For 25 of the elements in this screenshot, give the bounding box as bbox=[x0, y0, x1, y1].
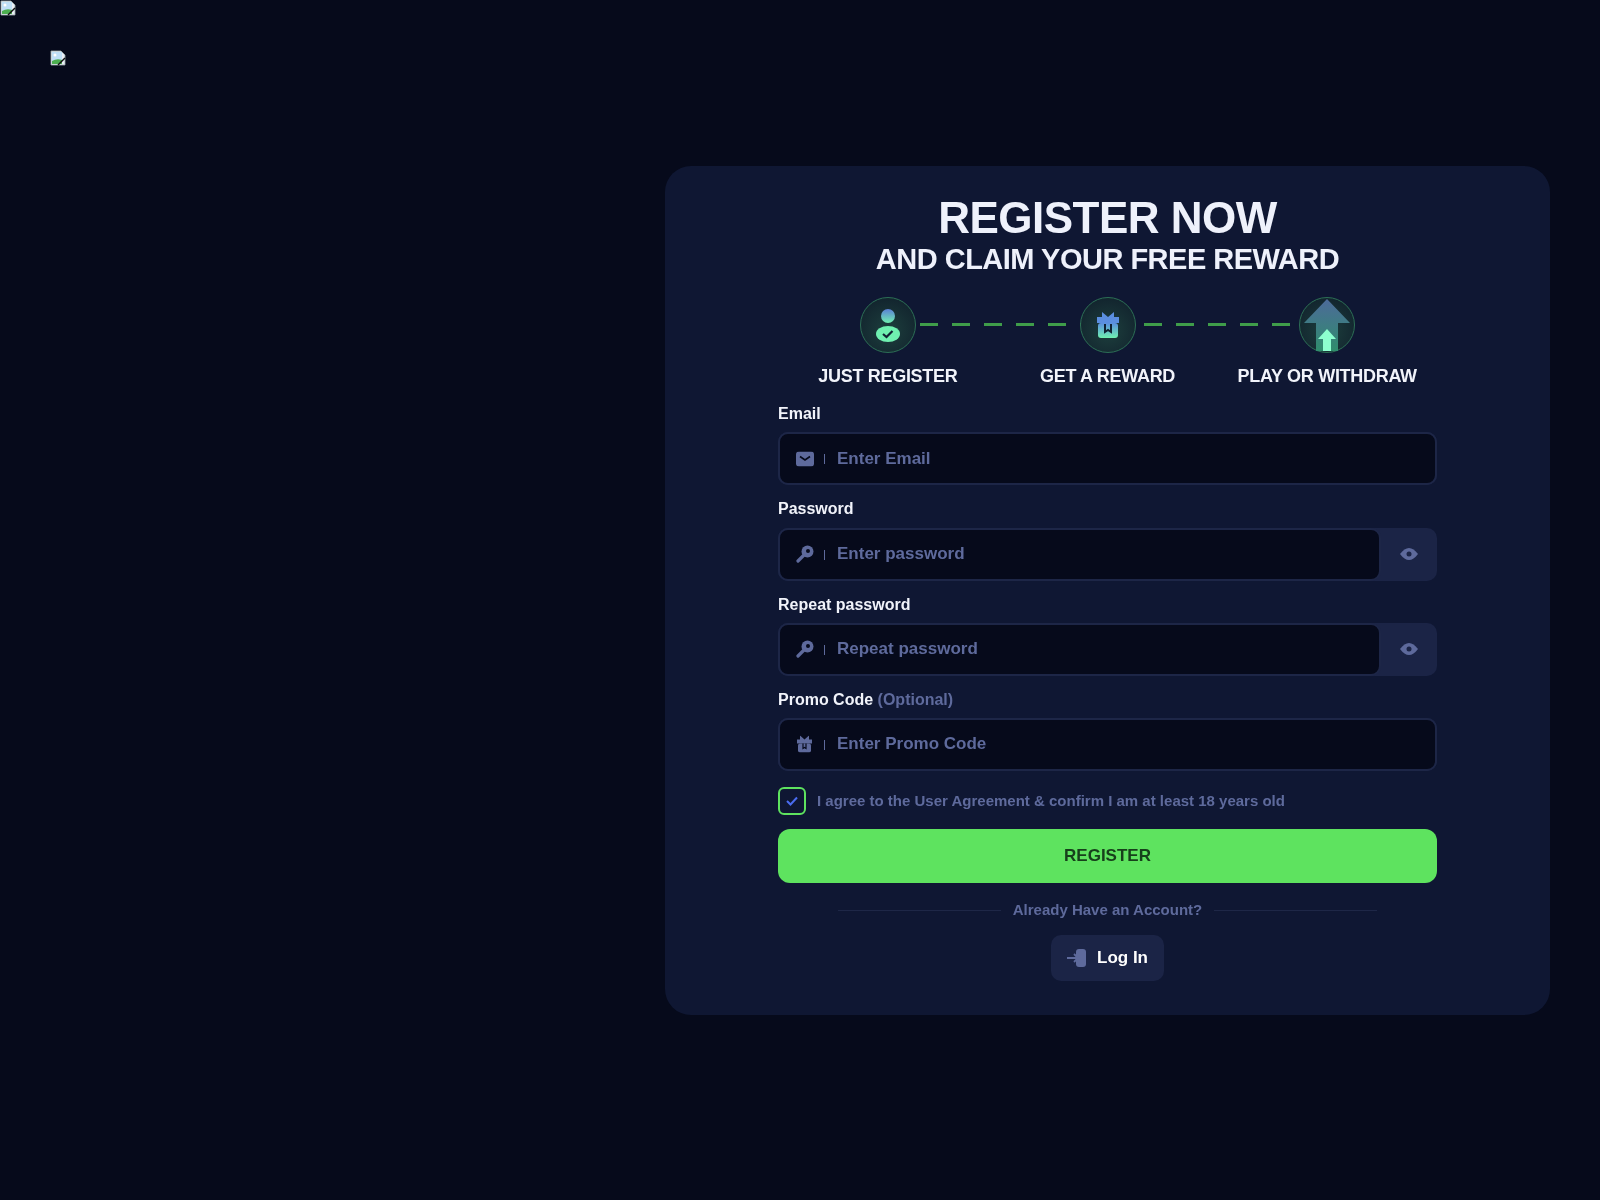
field-label: Promo Code (Optional) bbox=[778, 689, 955, 709]
step-label: GET A REWARD bbox=[1039, 365, 1176, 389]
field-label: Email bbox=[778, 404, 822, 424]
login-button[interactable]: Log In bbox=[1051, 935, 1164, 981]
input-field[interactable]: Enter Promo Code bbox=[778, 717, 1437, 771]
step-label: JUST REGISTER bbox=[818, 365, 958, 389]
field-label: Password bbox=[778, 499, 855, 519]
subheading: AND CLAIM YOUR FREE REWARD bbox=[874, 242, 1341, 278]
field-label: Repeat password bbox=[778, 594, 912, 614]
agreement-checkbox[interactable] bbox=[778, 786, 806, 815]
input-field[interactable]: Enter Email bbox=[778, 432, 1437, 486]
register-button[interactable]: REGISTER bbox=[778, 828, 1437, 883]
check-icon bbox=[786, 795, 798, 806]
step-label: PLAY OR WITHDRAW bbox=[1237, 365, 1417, 389]
heading: REGISTER NOW bbox=[937, 194, 1278, 243]
login-icon bbox=[1067, 948, 1087, 969]
key-icon bbox=[796, 545, 814, 564]
agreement-text: I agree to the User Agreement & confirm I am at least 18 years old bbox=[817, 790, 1285, 811]
gift-icon bbox=[796, 735, 813, 753]
password-field[interactable]: Repeat password bbox=[778, 622, 1381, 676]
password-field[interactable]: Enter password bbox=[778, 527, 1381, 581]
key-icon bbox=[796, 640, 814, 659]
divider-text: Already Have an Account? bbox=[1012, 899, 1203, 920]
eye-icon bbox=[1400, 548, 1418, 561]
eye-icon bbox=[1400, 643, 1418, 656]
